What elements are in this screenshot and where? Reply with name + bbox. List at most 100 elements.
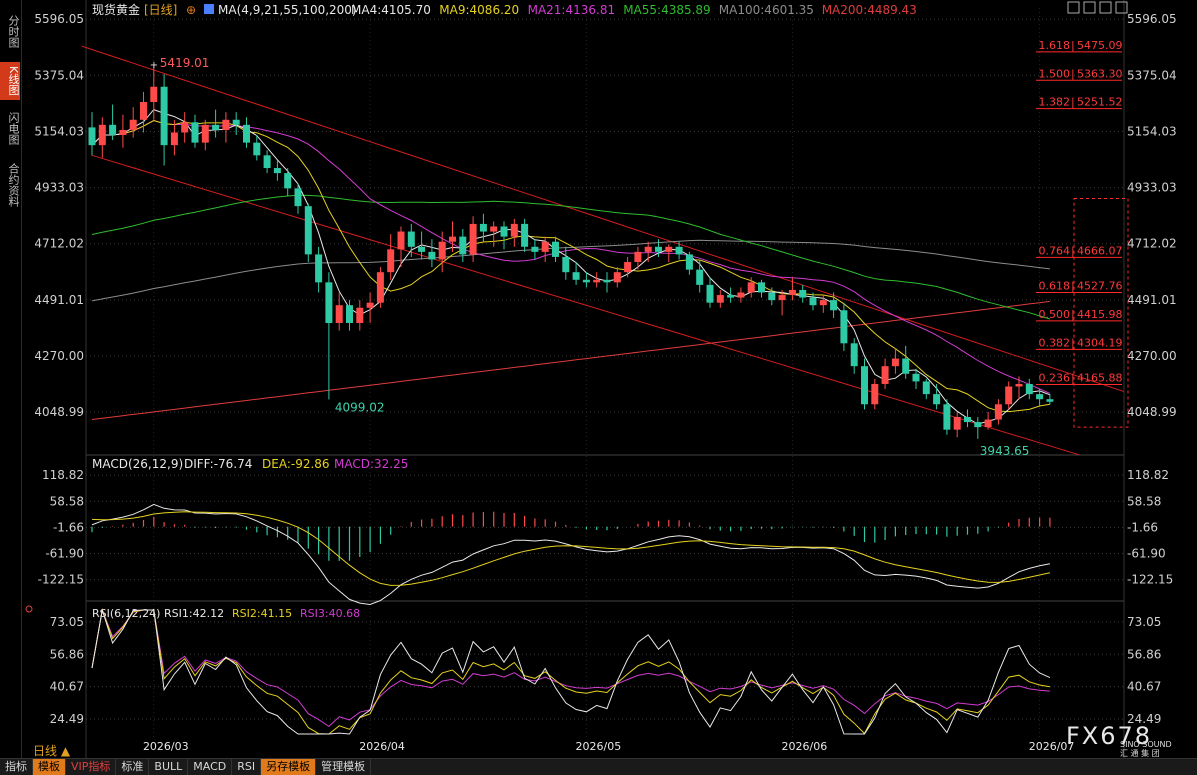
- candle-body: [232, 119, 240, 125]
- ma-value-5: MA200:4489.43: [822, 3, 917, 17]
- fib-sep: |: [1071, 244, 1075, 257]
- ma-value-0: MA4:4105.70: [351, 3, 431, 17]
- rsi-settings-icon: [25, 605, 33, 613]
- candle-body: [994, 404, 1002, 420]
- toolbar-button-3[interactable]: 标准: [116, 759, 150, 775]
- candle-body: [140, 101, 147, 120]
- candle-body: [150, 86, 158, 102]
- logo-sub-cn: 汇 通 集 团: [1120, 749, 1160, 758]
- price-tick-right: 5596.05: [1127, 12, 1177, 26]
- macd-macd: MACD:32.25: [334, 457, 408, 471]
- candle-body: [387, 249, 395, 273]
- toolbar-button-2[interactable]: VIP指标: [66, 759, 117, 775]
- x-tick-label: 2026/06: [782, 740, 828, 753]
- instrument-name: 现货黄金: [92, 2, 140, 17]
- candle-body: [335, 305, 343, 323]
- candle-body: [263, 155, 271, 169]
- fib-value: 5475.09: [1077, 39, 1123, 52]
- high-annotation: 5419.01: [160, 56, 210, 70]
- ma-value-3: MA55:4385.89: [623, 3, 711, 17]
- candle-body: [88, 127, 96, 146]
- candle-body: [747, 282, 755, 293]
- high-marker-icon: +: [150, 60, 158, 71]
- price-tick-left: 4712.02: [34, 237, 84, 251]
- candle-body: [98, 124, 106, 146]
- candle-body: [356, 307, 364, 323]
- minimize-icon[interactable]: [1099, 1, 1112, 14]
- candle-body: [830, 300, 838, 311]
- price-tick-right: 4712.02: [1127, 237, 1177, 251]
- fib-ratio: 1.500: [1039, 67, 1071, 80]
- candle-body: [284, 173, 292, 189]
- price-tick-right: 5154.03: [1127, 124, 1177, 138]
- macd-tick-right: -1.66: [1127, 520, 1158, 534]
- macd-diff: DIFF:-76.74: [184, 457, 252, 471]
- rsi1-value: RSI1:42.12: [164, 607, 224, 620]
- candle-body: [634, 251, 642, 263]
- candle-body: [222, 119, 230, 130]
- period-selector[interactable]: 日线 ▲: [33, 742, 70, 759]
- fib-sep: |: [1071, 280, 1075, 293]
- candle-body: [170, 132, 178, 146]
- candle-body: [799, 289, 807, 298]
- toolbar-button-0[interactable]: 指标: [0, 759, 33, 775]
- rsi-tick-left: 56.86: [50, 647, 84, 661]
- candle-body: [397, 231, 405, 250]
- candle-body: [613, 272, 621, 283]
- candle-body: [243, 124, 250, 143]
- macd-tick-left: 118.82: [42, 468, 84, 482]
- rsi1-line: [91, 609, 1051, 735]
- candle-body: [696, 269, 704, 285]
- toolbar-button-7[interactable]: 另存模板: [261, 759, 317, 775]
- price-tick-left: 4048.99: [34, 405, 84, 419]
- candle-body: [922, 381, 930, 395]
- candle-body: [809, 297, 817, 306]
- rsi3-value: RSI3:40.68: [300, 607, 360, 620]
- candle-body: [541, 241, 549, 252]
- candle-body: [953, 416, 961, 430]
- toolbar-button-1[interactable]: 模板: [33, 759, 66, 775]
- fib-ratio: 0.764: [1039, 244, 1071, 257]
- candle-body: [768, 292, 776, 301]
- restore-icon[interactable]: [1067, 1, 1080, 14]
- macd-tick-left: -1.66: [53, 520, 84, 534]
- candle-body: [665, 246, 673, 252]
- candle-body: [191, 122, 199, 143]
- ma-value-1: MA9:4086.20: [439, 3, 519, 17]
- fib-ratio: 0.618: [1039, 280, 1071, 293]
- close-icon[interactable]: [1115, 1, 1128, 14]
- candle-body: [778, 295, 786, 301]
- candle-body: [984, 419, 992, 428]
- fib-sep: |: [1071, 67, 1075, 80]
- candle-body: [129, 119, 137, 130]
- price-tick-left: 4491.01: [34, 293, 84, 307]
- candle-body: [644, 246, 652, 252]
- toolbar-button-4[interactable]: BULL: [149, 759, 189, 775]
- rsi3-line: [91, 608, 1050, 728]
- candle-body: [572, 272, 580, 280]
- candle-body: [438, 241, 446, 260]
- toolbar-button-8[interactable]: 管理模板: [316, 759, 372, 775]
- candle-body: [459, 236, 467, 255]
- bottom-toolbar: 指标 模板 VIP指标 标准 BULL MACD RSI 另存模板 管理模板: [0, 758, 1197, 775]
- candle-body: [727, 295, 735, 298]
- price-tick-right: 4933.03: [1127, 181, 1177, 195]
- candle-body: [304, 206, 312, 255]
- candle-body: [366, 302, 374, 308]
- rsi-tick-right: 40.67: [1127, 680, 1161, 694]
- price-tick-right: 4048.99: [1127, 405, 1177, 419]
- list-icon[interactable]: [1083, 1, 1096, 14]
- x-tick-label: 2026/04: [359, 740, 405, 753]
- chart-area[interactable]: 5596.05 5596.05 5375.04 5375.04 5154.03 5154.…: [0, 0, 1197, 758]
- candle-body: [603, 279, 611, 283]
- rsi-tick-left: 73.05: [50, 615, 84, 629]
- toolbar-button-5[interactable]: MACD: [188, 759, 233, 775]
- candle-body: [160, 86, 168, 146]
- macd-tick-right: 58.58: [1127, 494, 1161, 508]
- macd-tick-right: -61.90: [1127, 546, 1166, 560]
- candle-body: [1005, 386, 1013, 405]
- candle-body: [840, 310, 848, 344]
- candle-body: [294, 188, 302, 207]
- fib-ratio: 0.236: [1039, 371, 1071, 384]
- toolbar-button-6[interactable]: RSI: [232, 759, 262, 775]
